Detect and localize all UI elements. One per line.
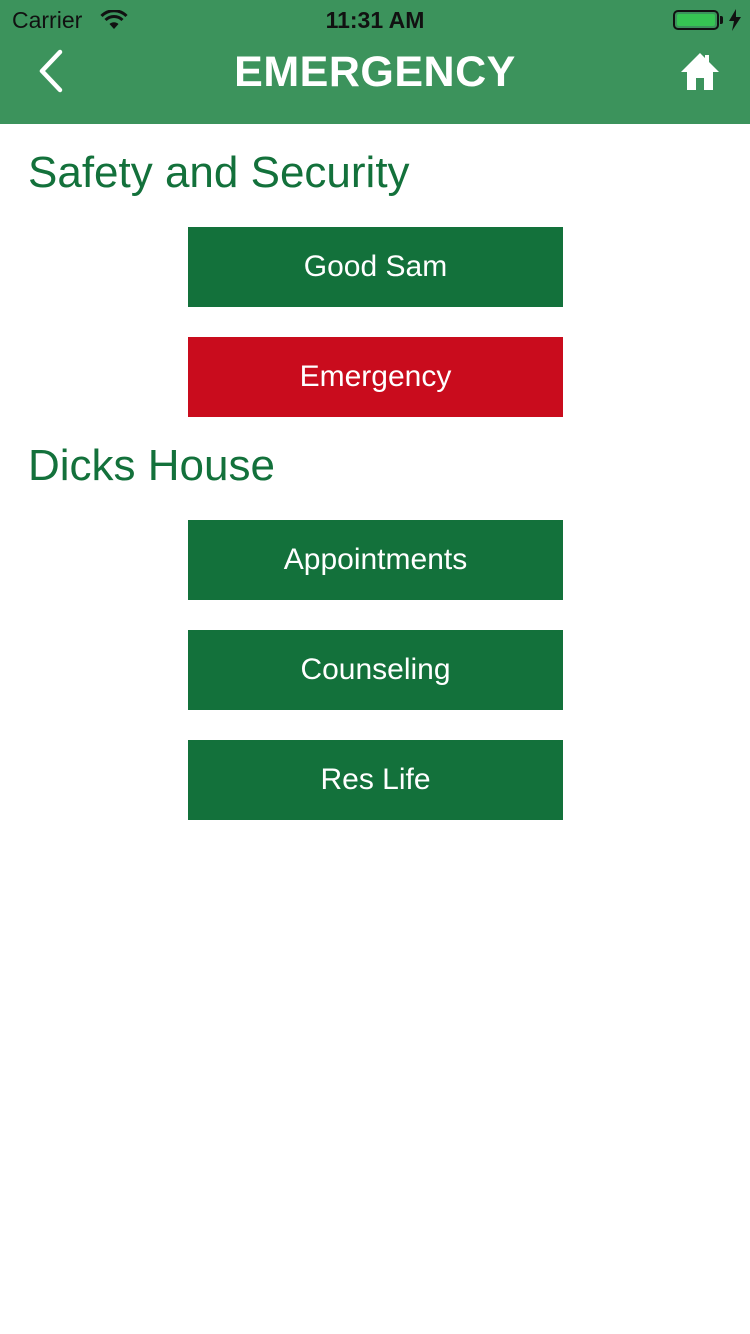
- counseling-button[interactable]: Counseling: [188, 630, 563, 710]
- battery-level: [677, 14, 715, 26]
- emergency-button[interactable]: Emergency: [188, 337, 563, 417]
- res-life-button[interactable]: Res Life: [188, 740, 563, 820]
- section-heading-dicks-house: Dicks House: [28, 441, 275, 490]
- page-title: EMERGENCY: [234, 48, 516, 96]
- home-button[interactable]: [678, 50, 722, 94]
- app-header: Carrier 11:31 AM EMERGENCY: [0, 0, 750, 124]
- appointments-button[interactable]: Appointments: [188, 520, 563, 600]
- battery-icon: [673, 10, 719, 30]
- battery-tip: [720, 16, 723, 24]
- status-time: 11:31 AM: [325, 7, 425, 33]
- status-bar: Carrier 11:31 AM: [0, 0, 750, 40]
- charging-bolt-icon: [729, 9, 741, 31]
- section-heading-safety: Safety and Security: [28, 148, 410, 197]
- home-icon: [681, 53, 719, 90]
- good-sam-button[interactable]: Good Sam: [188, 227, 563, 307]
